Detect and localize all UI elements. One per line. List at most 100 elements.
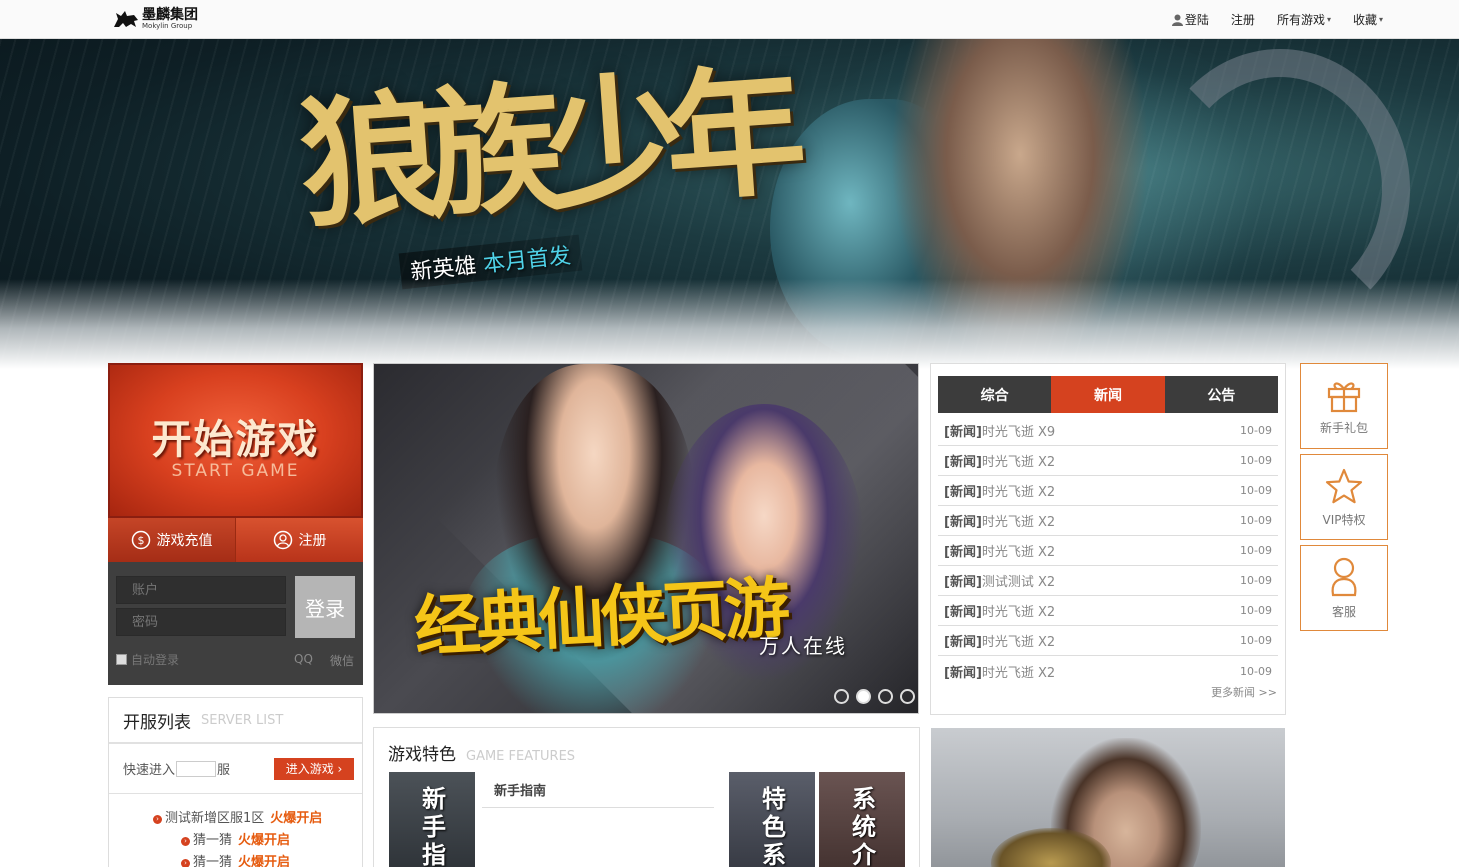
checkbox-icon — [116, 654, 127, 665]
news-date: 10-09 — [1240, 514, 1272, 527]
login-link[interactable]: 登陆 — [1171, 11, 1209, 28]
banner-title: 狼族少年 — [294, 50, 794, 248]
enter-game-button[interactable]: 进入游戏 › — [274, 757, 355, 780]
features-title: 游戏特色 — [388, 745, 456, 765]
carousel-dots — [834, 689, 918, 704]
news-item[interactable]: [新闻]时光飞逝 X2 10-09 — [938, 476, 1278, 506]
recharge-button[interactable]: $ 游戏充值 — [108, 518, 236, 562]
customer-service-label: 客服 — [1331, 604, 1356, 619]
account-input[interactable] — [116, 576, 286, 604]
carousel-caption-sub: 万人在线 — [759, 634, 847, 658]
all-games-label: 所有游戏 — [1276, 13, 1325, 27]
newbie-guide-link[interactable]: 新手指南 — [482, 772, 714, 808]
server-status: 火爆开启 — [238, 855, 291, 867]
news-date: 10-09 — [1240, 484, 1272, 497]
auto-login-label: 自动登录 — [131, 653, 180, 667]
tab-announcement[interactable]: 公告 — [1164, 376, 1278, 413]
news-item[interactable]: [新闻]时光飞逝 X2 10-09 — [938, 656, 1278, 686]
arrow-bullet-icon: › — [181, 836, 190, 846]
news-date: 10-09 — [1240, 634, 1272, 647]
news-title: 测试测试 X2 — [981, 575, 1056, 590]
news-title: 时光飞逝 X2 — [981, 545, 1056, 560]
tab-general[interactable]: 综合 — [938, 376, 1052, 413]
news-panel: 综合 新闻 公告 [新闻]时光飞逝 X9 10-09 [新闻]时光飞逝 X2 10-… — [930, 363, 1286, 715]
news-title: 时光飞逝 X2 — [981, 455, 1056, 470]
news-item[interactable]: [新闻]时光飞逝 X2 10-09 — [938, 446, 1278, 476]
register-link[interactable]: 注册 — [1231, 11, 1255, 28]
news-tag: [新闻] — [944, 665, 982, 681]
qq-login-link[interactable]: QQ — [294, 652, 313, 666]
more-news-link[interactable]: 更多新闻 >> — [1211, 684, 1277, 700]
newbie-gift-button[interactable]: 新手礼包 — [1300, 363, 1388, 449]
qilin-logo-icon — [112, 7, 140, 31]
news-item[interactable]: [新闻]测试测试 X2 10-09 — [938, 566, 1278, 596]
news-title: 时光飞逝 X2 — [981, 635, 1056, 650]
customer-service-button[interactable]: 客服 — [1300, 545, 1388, 631]
server-number-input[interactable] — [176, 760, 217, 777]
password-input[interactable] — [116, 608, 286, 636]
login-link-label: 登陆 — [1184, 13, 1209, 27]
server-item[interactable]: › 猜一猜 火爆开启 — [109, 830, 362, 852]
news-tag: [新闻] — [944, 485, 982, 500]
logo-text-cn: 墨麟集团 — [142, 7, 198, 23]
carousel-dot[interactable] — [878, 689, 893, 704]
vip-label: VIP特权 — [1322, 512, 1366, 527]
login-form: 登录 自动登录 QQ 微信 — [108, 562, 363, 685]
server-name: 测试新增区服1区 — [165, 811, 265, 826]
all-games-dropdown[interactable]: 所有游戏 ▾ — [1277, 11, 1331, 28]
vip-button[interactable]: VIP特权 — [1300, 454, 1388, 540]
news-tag: [新闻] — [944, 575, 982, 590]
feature-tile-systems[interactable]: 特色系 — [729, 772, 815, 867]
news-tag: [新闻] — [944, 635, 982, 650]
news-tag: [新闻] — [944, 515, 982, 530]
top-bar: 墨麟集团 Mokylin Group 登陆 注册 所有游戏 ▾ 收藏 ▾ — [0, 0, 1459, 39]
server-item[interactable]: › 猜一猜 火爆开启 — [109, 852, 362, 867]
favorites-dropdown[interactable]: 收藏 ▾ — [1353, 11, 1383, 28]
server-item[interactable]: › 测试新增区服1区 火爆开启 — [109, 808, 362, 830]
server-name: 猜一猜 — [193, 833, 233, 848]
character-artwork[interactable] — [931, 728, 1285, 867]
news-item[interactable]: [新闻]时光飞逝 X2 10-09 — [938, 596, 1278, 626]
news-title: 时光飞逝 X2 — [981, 665, 1056, 681]
quick-enter-row: 快速进入 服 进入游戏 › — [109, 744, 362, 794]
feature-tile-newbie[interactable]: 新手指 — [389, 772, 475, 867]
star-icon — [1325, 468, 1363, 503]
register-button[interactable]: 注册 — [236, 518, 363, 562]
newbie-gift-label: 新手礼包 — [1319, 420, 1368, 435]
carousel-dot-active[interactable] — [856, 689, 871, 704]
login-submit-button[interactable]: 登录 — [295, 576, 355, 638]
feature-tile-intro[interactable]: 系统介 — [819, 772, 905, 867]
carousel-dot[interactable] — [900, 689, 915, 704]
svg-text:$: $ — [137, 534, 144, 547]
gift-icon — [1327, 381, 1361, 412]
server-list-title-en: SERVER LIST — [201, 712, 284, 728]
news-item[interactable]: [新闻]时光飞逝 X2 10-09 — [938, 626, 1278, 656]
carousel-caption-main: 经典仙侠页游 — [412, 568, 789, 666]
auto-login-checkbox[interactable]: 自动登录 — [116, 651, 179, 668]
logo-text-en: Mokylin Group — [142, 22, 193, 30]
carousel-dot[interactable] — [834, 689, 849, 704]
news-date: 10-09 — [1240, 574, 1272, 587]
chevron-down-icon: ▾ — [1326, 15, 1331, 24]
server-name: 猜一猜 — [193, 855, 233, 867]
arrow-bullet-icon: › — [181, 858, 190, 867]
recharge-label: 游戏充值 — [156, 533, 213, 549]
news-item[interactable]: [新闻]时光飞逝 X2 10-09 — [938, 536, 1278, 566]
coin-icon: $ — [131, 530, 150, 550]
server-status: 火爆开启 — [238, 833, 291, 848]
news-item[interactable]: [新闻]时光飞逝 X9 10-09 — [938, 416, 1278, 446]
logo[interactable]: 墨麟集团 Mokylin Group — [112, 6, 198, 32]
wechat-login-link[interactable]: 微信 — [330, 652, 354, 669]
news-tabs: 综合 新闻 公告 — [938, 376, 1278, 413]
user-icon — [1171, 14, 1183, 26]
start-game-button[interactable]: 开始游戏 START GAME — [108, 363, 363, 518]
promo-carousel[interactable]: 经典仙侠页游 万人在线 — [373, 363, 919, 714]
news-item[interactable]: [新闻]时光飞逝 X2 10-09 — [938, 506, 1278, 536]
tab-news[interactable]: 新闻 — [1051, 376, 1165, 413]
features-title-en: GAME FEATURES — [466, 749, 576, 764]
start-game-title-cn: 开始游戏 — [151, 417, 320, 463]
news-date: 10-09 — [1240, 424, 1272, 437]
register-label: 注册 — [298, 533, 327, 549]
hero-banner[interactable]: 狼族少年 新英雄 本月首发 — [0, 39, 1459, 369]
favorites-label: 收藏 — [1352, 13, 1377, 27]
